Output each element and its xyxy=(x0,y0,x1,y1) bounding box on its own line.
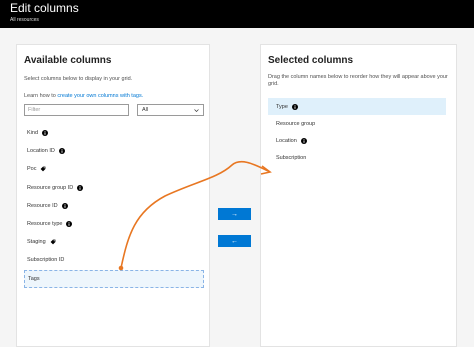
list-item-label: Location xyxy=(276,137,297,144)
list-item[interactable]: Resource ID xyxy=(24,197,204,215)
list-item[interactable]: Location ID xyxy=(24,142,204,160)
list-item[interactable]: Poc xyxy=(24,160,204,178)
learn-prefix: Learn how to xyxy=(24,93,58,99)
info-icon xyxy=(66,221,73,228)
tag-icon xyxy=(41,167,46,172)
type-filter-value: All xyxy=(142,107,149,113)
list-item[interactable]: Resource group ID xyxy=(24,179,204,197)
available-columns-description: Select columns below to display in your … xyxy=(24,76,133,82)
list-item-label: Staging xyxy=(27,239,46,246)
list-item-label: Poc xyxy=(27,166,37,173)
available-columns-list: Kind Location ID Poc Resource group ID R… xyxy=(24,124,204,288)
selected-columns-list: Type Resource group Location Subscriptio… xyxy=(268,98,448,166)
list-item-label: Resource ID xyxy=(27,202,58,209)
add-column-button[interactable]: → xyxy=(218,208,251,220)
type-filter-select[interactable]: All xyxy=(137,104,204,116)
info-icon xyxy=(291,103,298,110)
list-item[interactable]: Resource group xyxy=(268,115,446,132)
selected-columns-panel: Selected columns Drag the column names b… xyxy=(260,44,457,347)
list-item[interactable]: Subscription ID xyxy=(24,251,204,269)
info-icon xyxy=(300,137,307,144)
selected-columns-description: Drag the column names below to reorder h… xyxy=(268,74,448,87)
list-item-label: Subscription xyxy=(276,154,307,161)
list-item[interactable]: Subscription xyxy=(268,149,446,166)
list-item-label: Resource group ID xyxy=(27,184,74,191)
tag-icon xyxy=(50,239,56,245)
selected-columns-title: Selected columns xyxy=(268,55,354,66)
list-item-label: Tags xyxy=(28,275,40,282)
filter-input[interactable] xyxy=(24,104,129,116)
list-item-label: Resource type xyxy=(27,221,63,228)
list-item[interactable]: Resource type xyxy=(24,215,204,233)
learn-text: Learn how to create your own columns wit… xyxy=(24,93,143,99)
info-icon xyxy=(42,130,49,137)
remove-column-button[interactable]: ← xyxy=(218,235,251,247)
chevron-down-icon xyxy=(194,109,199,112)
list-item-label: Type xyxy=(276,103,288,110)
list-item-label: Subscription ID xyxy=(27,257,65,264)
list-item-selected[interactable]: Tags xyxy=(24,269,204,288)
blade-subtitle: All resources xyxy=(10,17,39,23)
available-columns-panel: Available columns Select columns below t… xyxy=(16,44,210,347)
info-icon xyxy=(61,202,68,209)
list-item-label: Location ID xyxy=(27,148,55,155)
list-item[interactable]: Kind xyxy=(24,124,204,142)
list-item[interactable]: Location xyxy=(268,132,446,149)
list-item-label: Kind xyxy=(27,130,39,137)
list-item[interactable]: Type xyxy=(268,98,446,115)
blade-title: Edit columns xyxy=(10,1,79,15)
info-icon xyxy=(58,148,65,155)
create-tags-link[interactable]: create your own columns with tags. xyxy=(57,93,143,99)
info-icon xyxy=(77,184,84,191)
blade-header: Edit columns All resources xyxy=(0,0,474,28)
list-item-label: Resource group xyxy=(276,120,316,127)
available-columns-title: Available columns xyxy=(24,55,112,66)
list-item[interactable]: Staging xyxy=(24,233,204,251)
